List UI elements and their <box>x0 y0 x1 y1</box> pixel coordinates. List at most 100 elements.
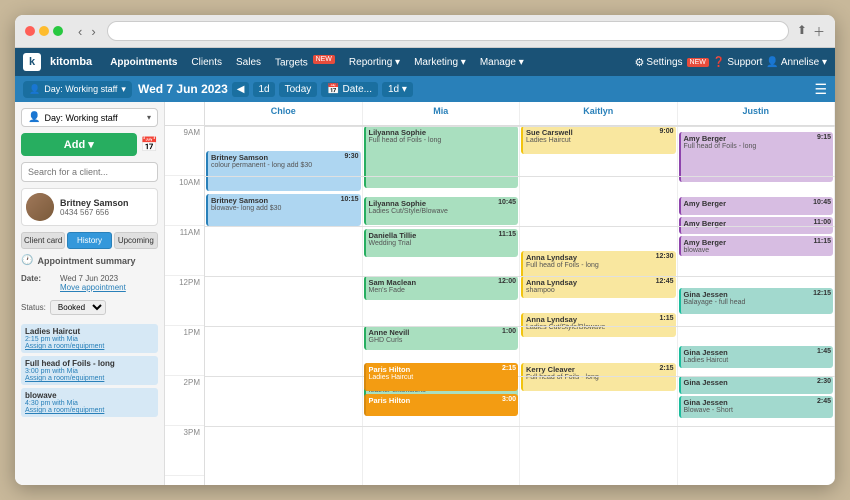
today-button[interactable]: Today <box>279 82 318 97</box>
browser-chrome: ‹ › ⬆ ＋ <box>15 15 835 48</box>
staff-header-mia[interactable]: Mia <box>363 102 521 125</box>
appointment-summary-title: Appointment summary <box>37 256 135 266</box>
staff-header-chloe[interactable]: Chloe <box>205 102 363 125</box>
nav-targets[interactable]: Targets NEW <box>270 56 340 68</box>
justin-column: Amy Berger 9:15 Full head of Foils - lon… <box>678 126 836 485</box>
add-tab-icon[interactable]: ＋ <box>813 23 825 40</box>
support-label: Support <box>727 57 762 68</box>
date-picker-button[interactable]: 📅 Date... <box>321 82 378 97</box>
add-row: Add ▾ 📅 <box>21 133 158 156</box>
user-nav-item[interactable]: 👤 Annelise ▾ <box>766 57 827 68</box>
status-label: Status: <box>21 303 46 312</box>
view-options-button[interactable]: 1d ▾ <box>382 82 413 97</box>
service-time-2[interactable]: 3:00 pm with Mia <box>25 368 154 375</box>
appt-kaitlyn-5[interactable]: Kerry Cleaver 2:15 Full head of Foils - … <box>521 363 676 391</box>
assign-link-3[interactable]: Assign a room/equipment <box>25 407 154 414</box>
tab-upcoming[interactable]: Upcoming <box>114 232 158 249</box>
kaitlyn-column: Sue Carswell 9:00 Ladies Haircut Anna Ly… <box>520 126 678 485</box>
service-item-3: blowave 4:30 pm with Mia Assign a room/e… <box>21 388 158 417</box>
tab-history[interactable]: History <box>67 232 111 249</box>
minimize-button[interactable] <box>39 26 49 36</box>
appt-kaitlyn-2[interactable]: Anna Lyndsay 12:30 Full head of Foils - … <box>521 251 676 279</box>
appt-mia-4[interactable]: Sam Maclean 12:00 Men's Fade <box>364 276 519 300</box>
appt-justin-3[interactable]: Amy Berger 11:00 <box>679 217 834 234</box>
nav-sales[interactable]: Sales <box>231 57 266 68</box>
time-2pm: 2PM <box>165 376 204 426</box>
mia-column: Lilyanna Sophie Full head of Foils - lon… <box>363 126 521 485</box>
service-time-1[interactable]: 2:15 pm with Mia <box>25 336 154 343</box>
calendar-icon-button[interactable]: 📅 <box>141 136 158 153</box>
client-info: Britney Samson 0434 567 656 <box>60 198 153 217</box>
main-content: 👤 Day: Working staff ▾ Add ▾ 📅 Britney S… <box>15 102 835 485</box>
appt-kaitlyn-1[interactable]: Sue Carswell 9:00 Ladies Haircut <box>521 126 676 154</box>
client-name: Britney Samson <box>60 198 153 208</box>
filter-button[interactable]: ☰ <box>814 81 827 98</box>
nav-arrows: ‹ › <box>75 23 99 40</box>
clock-icon: 🕐 <box>21 255 33 266</box>
time-9am: 9AM <box>165 126 204 176</box>
client-card-widget: Britney Samson 0434 567 656 <box>21 188 158 226</box>
appt-chloe-2[interactable]: Britney Samson 10:15 blowave- long add $… <box>206 194 361 226</box>
add-button[interactable]: Add ▾ <box>21 133 137 156</box>
settings-nav-item[interactable]: ⚙ Settings NEW <box>635 56 709 69</box>
assign-link-1[interactable]: Assign a room/equipment <box>25 343 154 350</box>
nav-appointments[interactable]: Appointments <box>105 57 182 68</box>
settings-badge: NEW <box>687 58 709 67</box>
service-item-2: Full head of Foils - long 3:00 pm with M… <box>21 356 158 385</box>
appt-justin-8[interactable]: Gina Jessen 2:45 Blowave - Short <box>679 396 834 418</box>
forward-button[interactable]: › <box>88 23 98 40</box>
appt-mia-1[interactable]: Lilyanna Sophie Full head of Foils - lon… <box>364 126 519 188</box>
appt-justin-4[interactable]: Amy Berger 11:15 blowave <box>679 236 834 256</box>
appt-justin-7[interactable]: Gina Jessen 2:30 <box>679 376 834 394</box>
sidebar: 👤 Day: Working staff ▾ Add ▾ 📅 Britney S… <box>15 102 165 485</box>
share-icon[interactable]: ⬆ <box>797 23 807 40</box>
chevron-down-icon: ▾ <box>121 84 126 95</box>
service-name-1: Ladies Haircut <box>25 327 154 336</box>
staff-header-kaitlyn[interactable]: Kaitlyn <box>520 102 678 125</box>
staff-columns: Britney Samson 9:30 colour permanent - l… <box>205 126 835 485</box>
client-tabs: Client card History Upcoming <box>21 232 158 249</box>
view-1d-button[interactable]: 1d <box>253 82 274 97</box>
staff-selector-sidebar[interactable]: 👤 Day: Working staff ▾ <box>21 108 158 127</box>
nav-reporting[interactable]: Reporting ▾ <box>344 57 405 68</box>
nav-manage[interactable]: Manage ▾ <box>475 57 529 68</box>
appointment-date: Wed 7 Jun 2023 <box>60 274 126 283</box>
appt-kaitlyn-4[interactable]: Anna Lyndsay 1:15 Ladies Cut/Style/Blowa… <box>521 313 676 337</box>
appt-justin-5[interactable]: Gina Jessen 12:15 Balayage - full head <box>679 288 834 314</box>
date-label: Date: <box>21 274 56 292</box>
date-display: Wed 7 Jun 2023 <box>138 82 228 96</box>
settings-label: Settings <box>646 57 682 68</box>
browser-actions: ⬆ ＋ <box>797 23 825 40</box>
address-bar[interactable] <box>107 21 789 41</box>
close-button[interactable] <box>25 26 35 36</box>
prev-day-button[interactable]: ◀ <box>232 82 250 97</box>
move-appointment-link[interactable]: Move appointment <box>60 283 126 292</box>
appt-mia-paris1[interactable]: Paris Hilton 2:15 Ladies Haircut <box>364 363 519 391</box>
appt-chloe-1[interactable]: Britney Samson 9:30 colour permanent - l… <box>206 151 361 191</box>
nav-right: ⚙ Settings NEW ❓ Support 👤 Annelise ▾ <box>635 56 827 69</box>
nav-marketing[interactable]: Marketing ▾ <box>409 57 471 68</box>
search-input[interactable] <box>21 162 158 182</box>
staff-selector-nav[interactable]: 👤 Day: Working staff ▾ <box>23 81 132 98</box>
service-name-2: Full head of Foils - long <box>25 359 154 368</box>
browser-window: ‹ › ⬆ ＋ k kitomba Appointments Clients S… <box>15 15 835 485</box>
maximize-button[interactable] <box>53 26 63 36</box>
appt-mia-5[interactable]: Anne Nevill 1:00 GHD Curls <box>364 326 519 350</box>
appt-mia-paris2[interactable]: Paris Hilton 3:00 <box>364 394 519 416</box>
staff-header-justin[interactable]: Justin <box>678 102 836 125</box>
service-time-3[interactable]: 4:30 pm with Mia <box>25 400 154 407</box>
appt-justin-1[interactable]: Amy Berger 9:15 Full head of Foils - lon… <box>679 132 834 182</box>
back-button[interactable]: ‹ <box>75 23 85 40</box>
support-nav-item[interactable]: ❓ Support <box>713 57 762 68</box>
tab-client-card[interactable]: Client card <box>21 232 65 249</box>
avatar-image <box>26 193 54 221</box>
status-select[interactable]: Booked <box>50 300 106 315</box>
appt-mia-2[interactable]: Lilyanna Sophie 10:45 Ladies Cut/Style/B… <box>364 197 519 225</box>
appt-justin-6[interactable]: Gina Jessen 1:45 Ladies Haircut <box>679 346 834 368</box>
nav-clients[interactable]: Clients <box>186 57 227 68</box>
appt-mia-3[interactable]: Daniella Tillie 11:15 Wedding Trial <box>364 229 519 257</box>
appt-justin-2[interactable]: Amy Berger 10:45 <box>679 197 834 215</box>
assign-link-2[interactable]: Assign a room/equipment <box>25 375 154 382</box>
appt-kaitlyn-3[interactable]: Anna Lyndsay 12:45 shampoo <box>521 276 676 298</box>
support-icon: ❓ <box>713 57 725 68</box>
